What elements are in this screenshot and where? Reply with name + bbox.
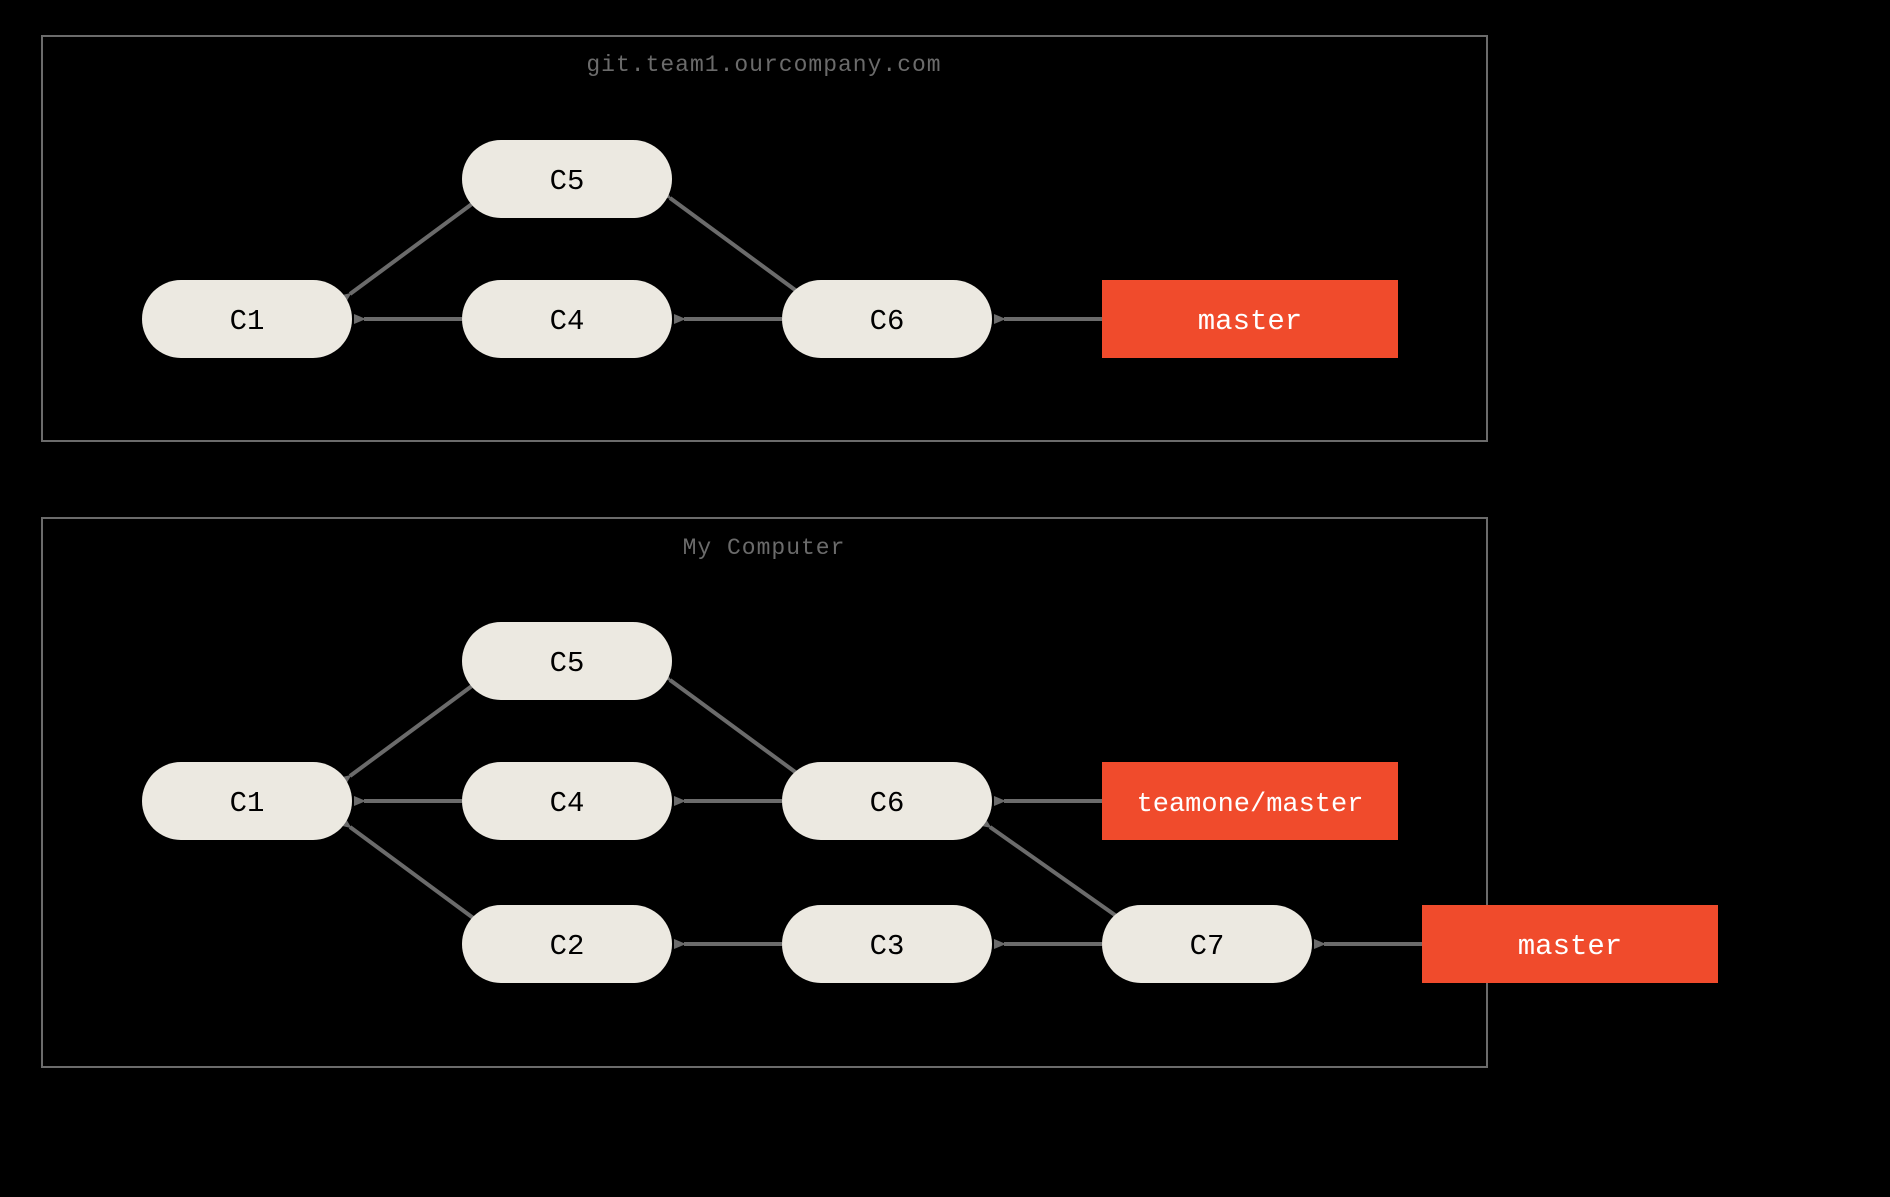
edge-c6-c5 <box>670 680 802 777</box>
edge-c5-c1 <box>350 198 480 294</box>
svg-text:C3: C3 <box>870 930 905 963</box>
top-panel: git.team1.ourcompany.com C1 C4 C6 C5 mas… <box>42 36 1487 441</box>
commit-c1: C1 <box>142 762 352 840</box>
bottom-panel: My Computer C1 C4 C6 C5 C2 C3 C7 <box>42 518 1718 1067</box>
edge-c6-c5 <box>670 198 802 295</box>
svg-text:C1: C1 <box>230 787 265 820</box>
svg-text:C6: C6 <box>870 787 905 820</box>
svg-text:C4: C4 <box>550 787 585 820</box>
svg-text:C6: C6 <box>870 305 905 338</box>
commit-c3: C3 <box>782 905 992 983</box>
commit-c1: C1 <box>142 280 352 358</box>
commit-c6: C6 <box>782 762 992 840</box>
commit-c2: C2 <box>462 905 672 983</box>
commit-c7: C7 <box>1102 905 1312 983</box>
panel-border <box>42 36 1487 441</box>
commit-c5: C5 <box>462 622 672 700</box>
svg-text:C7: C7 <box>1190 930 1225 963</box>
svg-text:master: master <box>1518 930 1622 963</box>
commit-c6: C6 <box>782 280 992 358</box>
panel-title: My Computer <box>683 535 846 561</box>
svg-text:C5: C5 <box>550 647 585 680</box>
edge-c5-c1 <box>350 680 480 776</box>
svg-text:C1: C1 <box>230 305 265 338</box>
edge-c7-c6 <box>990 827 1122 920</box>
svg-text:teamone/master: teamone/master <box>1137 790 1364 820</box>
edge-c2-c1 <box>350 827 480 923</box>
panel-title: git.team1.ourcompany.com <box>586 52 941 78</box>
svg-text:C2: C2 <box>550 930 585 963</box>
commit-c5: C5 <box>462 140 672 218</box>
svg-text:C4: C4 <box>550 305 585 338</box>
svg-text:C5: C5 <box>550 165 585 198</box>
branch-master: master <box>1422 905 1718 983</box>
branch-master: master <box>1102 280 1398 358</box>
commit-c4: C4 <box>462 280 672 358</box>
commit-c4: C4 <box>462 762 672 840</box>
svg-text:master: master <box>1198 305 1302 338</box>
branch-teamone-master: teamone/master <box>1102 762 1398 840</box>
